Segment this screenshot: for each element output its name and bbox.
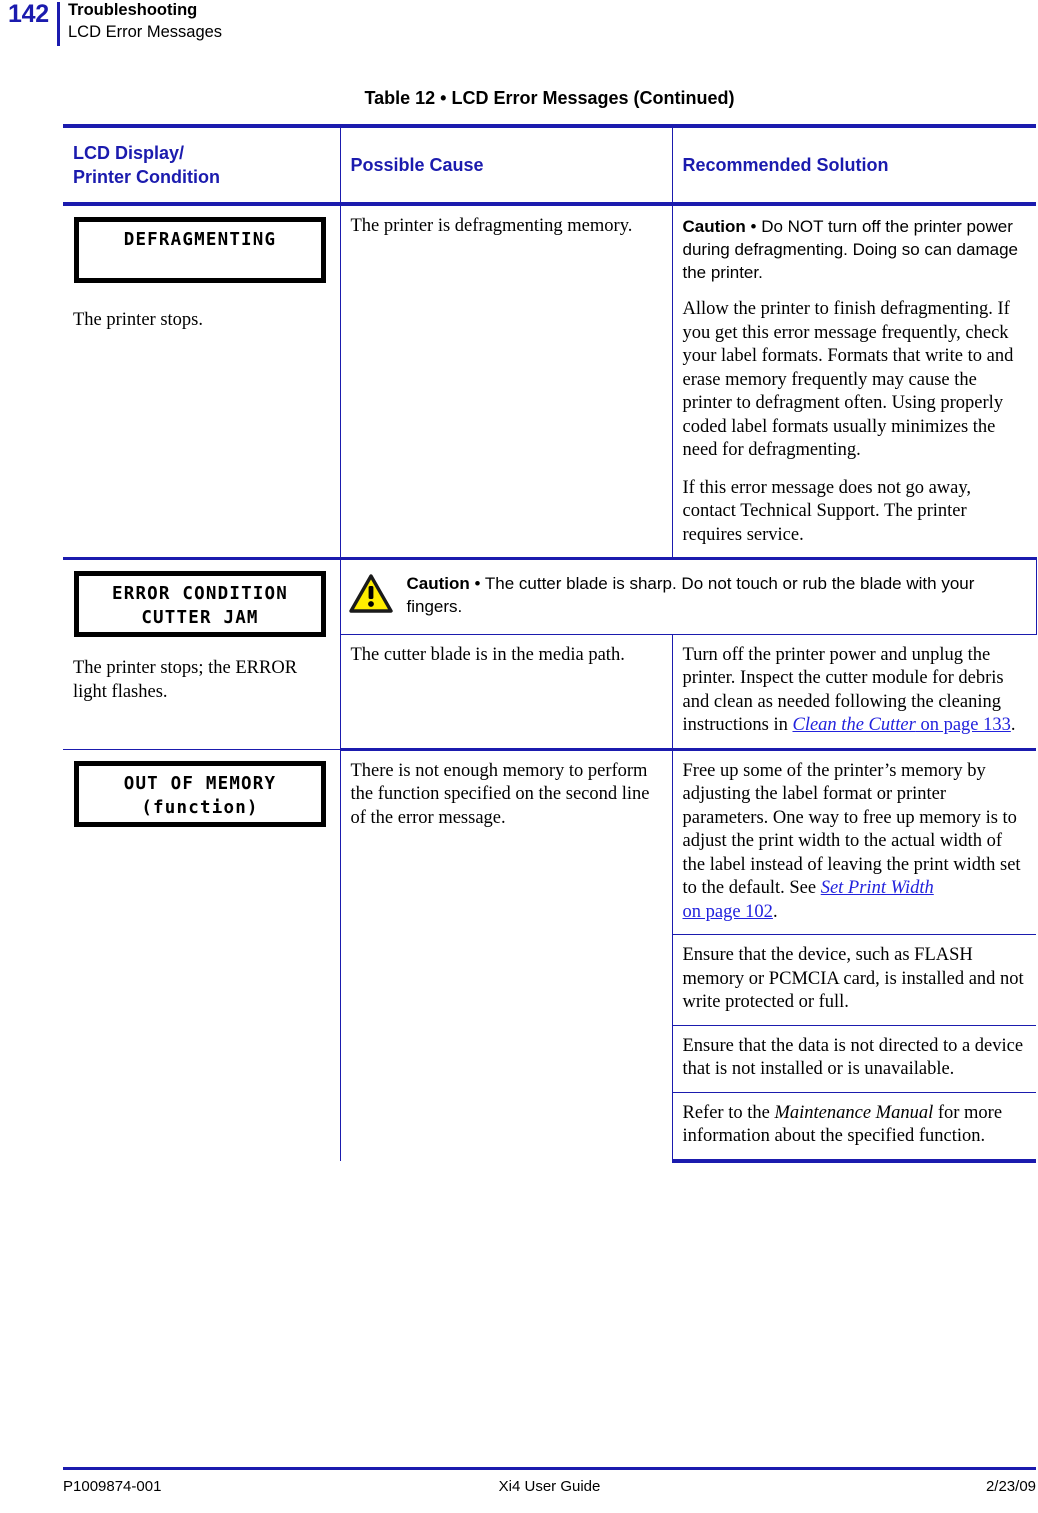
cell-possible-cause-defragmenting: The printer is defragmenting memory. — [339, 203, 673, 560]
solution-text-tail: . — [1010, 715, 1016, 735]
page-header: 142 Troubleshooting LCD Error Messages — [0, 0, 1038, 52]
link-clean-the-cutter[interactable]: Clean the Cutter — [792, 715, 915, 735]
possible-cause-text: The cutter blade is in the media path. — [350, 644, 625, 665]
lcd-screen-graphic: ERROR CONDITION CUTTER JAM — [74, 571, 326, 637]
cell-lcd-display-cutter-jam: ERROR CONDITION CUTTER JAM The printer s… — [63, 558, 341, 749]
footer-document-title: Xi4 User Guide — [498, 1478, 601, 1495]
lcd-line-1: ERROR CONDITION — [111, 584, 289, 604]
cell-lcd-display-out-of-memory: OUT OF MEMORY (function) — [63, 748, 341, 1161]
maintenance-manual-reference: Maintenance Manual — [774, 1102, 934, 1123]
cell-possible-cause-out-of-memory: There is not enough memory to perform th… — [339, 748, 673, 1161]
caution-label: Caution — [682, 217, 746, 236]
link-set-print-width[interactable]: Set Print Width — [821, 878, 934, 898]
solution-text: Refer to the Maintenance Manual for more… — [683, 1102, 1027, 1149]
column-header-lcd-display-line2: Printer Condition — [73, 167, 220, 187]
page-number: 142 — [8, 0, 49, 28]
cell-recommended-solution-2: Ensure that the device, such as FLASH me… — [671, 934, 1036, 1026]
possible-cause-text: There is not enough memory to perform th… — [350, 760, 650, 828]
solution-text: Free up some of the printer’s memory by … — [683, 760, 1027, 925]
cell-possible-cause-cutter-jam: The cutter blade is in the media path. — [339, 633, 673, 751]
lcd-screen-graphic: DEFRAGMENTING — [74, 217, 326, 283]
solution-paragraph-1: Allow the printer to finish defragmentin… — [682, 299, 1014, 460]
column-header-recommended-solution: Recommended Solution — [671, 124, 1036, 206]
link-set-print-width-page[interactable]: on page 102 — [683, 902, 773, 922]
header-divider-rule — [57, 2, 60, 46]
header-title-group: Troubleshooting LCD Error Messages — [68, 0, 222, 43]
caution-label: Caution — [406, 574, 470, 593]
solution-text: Turn off the printer power and unplug th… — [683, 644, 1027, 738]
cell-recommended-solution-4: Refer to the Maintenance Manual for more… — [671, 1091, 1036, 1163]
lcd-error-messages-table: LCD Display/ Printer Condition Possible … — [63, 124, 1037, 1163]
cell-recommended-solution-1: Free up some of the printer’s memory by … — [671, 748, 1036, 935]
column-header-possible-cause: Possible Cause — [339, 124, 673, 206]
lcd-line-2: (function) — [141, 797, 259, 818]
section-title: LCD Error Messages — [68, 23, 223, 41]
printer-condition-text: The printer stops; the ERROR light flash… — [73, 658, 298, 702]
caution-bullet: • — [750, 217, 757, 236]
lcd-line-1: OUT OF MEMORY — [123, 773, 277, 794]
cell-recommended-solution-cutter-jam: Turn off the printer power and unplug th… — [671, 633, 1036, 751]
cell-lcd-display-defragmenting: DEFRAGMENTING The printer stops. — [63, 203, 341, 560]
caution-text: The cutter blade is sharp. Do not touch … — [406, 574, 975, 616]
caution-bullet: • — [474, 574, 481, 593]
footer-divider-rule — [63, 1467, 1036, 1470]
caution-triangle-icon — [348, 574, 393, 622]
lcd-screen-graphic: OUT OF MEMORY (function) — [74, 760, 326, 827]
possible-cause-text: The printer is defragmenting memory. — [350, 216, 633, 236]
cell-recommended-solution-3: Ensure that the data is not directed to … — [671, 1024, 1036, 1093]
chapter-title: Troubleshooting — [68, 1, 198, 19]
solution-caution-note: Caution • Do NOT turn off the printer po… — [683, 215, 1027, 284]
column-header-lcd-display: LCD Display/ Printer Condition — [63, 124, 341, 206]
link-clean-the-cutter-page[interactable]: on page 133 — [916, 715, 1010, 735]
table-caption: Table 12 • LCD Error Messages (Continued… — [364, 88, 735, 108]
cutter-caution-banner: Caution • The cutter blade is sharp. Do … — [339, 558, 1037, 635]
caution-banner-text-group: Caution • The cutter blade is sharp. Do … — [407, 572, 1026, 618]
solution-text: Ensure that the data is not directed to … — [682, 1035, 1024, 1080]
column-header-lcd-display-line1: LCD Display/ — [73, 143, 185, 163]
solution-text-tail: . — [772, 901, 778, 922]
table-row: DEFRAGMENTING The printer stops. The pri… — [63, 203, 1036, 560]
solution-text-lead: Refer to the — [682, 1102, 775, 1123]
lcd-line-2: CUTTER JAM — [141, 608, 259, 628]
page-footer: P1009874-001 Xi4 User Guide 2/23/09 — [63, 1478, 1036, 1500]
cell-recommended-solution-defragmenting: Caution • Do NOT turn off the printer po… — [671, 203, 1036, 560]
table-row: ERROR CONDITION CUTTER JAM The printer s… — [63, 558, 1037, 749]
lcd-line-1: DEFRAGMENTING — [123, 230, 277, 250]
footer-date: 2/23/09 — [985, 1478, 1036, 1495]
printer-condition-text: The printer stops. — [73, 310, 203, 330]
solution-text: Ensure that the device, such as FLASH me… — [682, 945, 1024, 1012]
table-header-row: LCD Display/ Printer Condition Possible … — [63, 124, 1036, 206]
table-row: OUT OF MEMORY (function) There is not en… — [63, 748, 1036, 1161]
solution-paragraph-2: If this error message does not go away, … — [682, 477, 972, 545]
